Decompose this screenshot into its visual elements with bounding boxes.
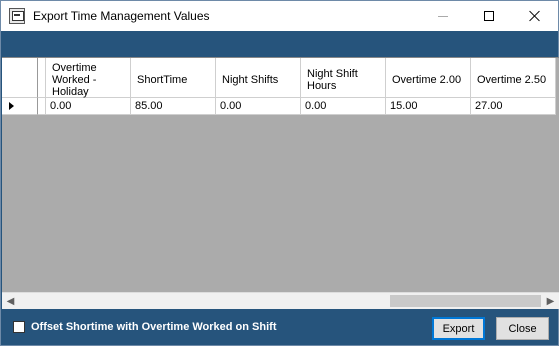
offset-option[interactable]: Offset Shortime with Overtime Worked on … [13,321,277,333]
table-cell[interactable]: 0.00 [216,98,301,115]
column-header-overtime-holiday[interactable]: Overtime Worked - Holiday [46,58,131,98]
table-cell[interactable]: 0.00 [46,98,131,115]
scroll-right-icon[interactable]: ▶ [542,293,559,309]
table-cell[interactable]: 85.00 [131,98,216,115]
app-window-icon [9,8,25,24]
title-bar: Export Time Management Values [1,1,558,31]
minimize-button[interactable] [420,1,466,31]
grid-header-row: Overtime Worked - Holiday ShortTime Nigh… [2,58,556,98]
column-header-night-shift-hours[interactable]: Night Shift Hours [301,58,386,98]
row-header-spacer [38,58,46,98]
scrollbar-track[interactable] [19,295,389,307]
table-cell[interactable]: 27.00 [471,98,556,115]
row-header-spacer [38,98,46,115]
table-row[interactable]: 0.00 85.00 0.00 0.00 15.00 27.00 [2,98,556,115]
horizontal-scrollbar[interactable]: ◀ ▶ [2,292,559,309]
row-header-corner[interactable] [2,58,38,98]
export-dialog-window: Export Time Management Values Overtime W… [0,0,559,346]
close-button[interactable]: Close [496,317,549,340]
maximize-icon [484,11,494,21]
scroll-left-icon[interactable]: ◀ [2,293,19,309]
table-cell[interactable]: 15.00 [386,98,471,115]
window-title: Export Time Management Values [33,9,210,23]
export-button[interactable]: Export [432,317,485,340]
table-cell[interactable]: 0.00 [301,98,386,115]
values-grid[interactable]: Overtime Worked - Holiday ShortTime Nigh… [2,57,559,309]
scrollbar-thumb[interactable] [390,295,541,307]
offset-checkbox[interactable] [13,321,25,333]
maximize-button[interactable] [466,1,512,31]
current-row-arrow-icon [9,102,14,110]
row-header[interactable] [2,98,38,115]
close-icon [529,10,541,22]
column-header-overtime-2-50[interactable]: Overtime 2.50 [471,58,556,98]
offset-checkbox-label[interactable]: Offset Shortime with Overtime Worked on … [31,321,277,333]
column-header-night-shifts[interactable]: Night Shifts [216,58,301,98]
column-header-shorttime[interactable]: ShortTime [131,58,216,98]
window-close-button[interactable] [512,1,558,31]
minimize-icon [438,15,448,17]
export-button-label: Export [442,322,475,335]
close-button-label: Close [508,322,537,335]
column-header-overtime-2-00[interactable]: Overtime 2.00 [386,58,471,98]
